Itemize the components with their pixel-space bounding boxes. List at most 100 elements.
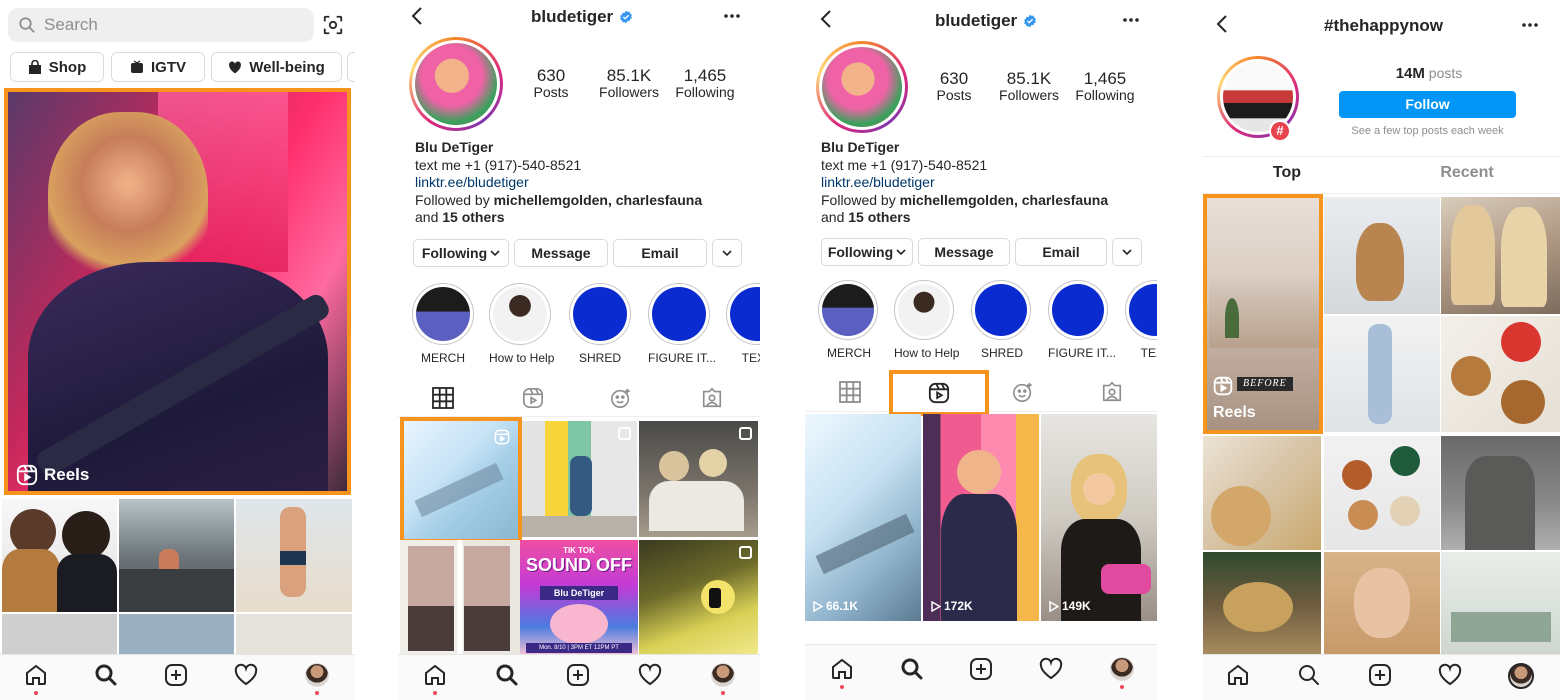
message-button[interactable]: Message (514, 239, 608, 267)
hashtag-post[interactable] (1441, 552, 1560, 655)
story-highlight[interactable]: TEXT (726, 283, 760, 365)
new-post-icon[interactable] (1368, 663, 1392, 687)
new-post-icon[interactable] (164, 663, 188, 687)
profile-avatar-tab[interactable] (305, 663, 329, 687)
tab-top[interactable]: Top (1203, 164, 1371, 182)
featured-reel-tile[interactable]: Reels (4, 88, 351, 495)
story-highlight[interactable]: FIGURE IT... (1048, 280, 1116, 360)
story-highlight[interactable]: MERCH (412, 283, 474, 365)
reel-thumbnail[interactable]: 66.1K (805, 414, 921, 621)
story-highlight[interactable]: MERCH (818, 280, 880, 360)
activity-heart-icon[interactable] (234, 663, 258, 687)
search-icon[interactable] (495, 663, 519, 687)
more-options-icon[interactable] (1520, 17, 1540, 33)
reel-thumbnail[interactable]: 149K (1041, 414, 1157, 621)
bio-link[interactable]: linktr.ee/bludetiger (415, 174, 745, 192)
hashtag-reel-tile[interactable]: BEFORE Reels (1203, 194, 1323, 434)
search-input[interactable]: Search (8, 8, 314, 42)
suggestions-button[interactable] (712, 239, 742, 267)
followed-by[interactable]: Followed by michellemgolden, charlesfaun… (821, 192, 1151, 210)
hashtag-post[interactable] (1441, 316, 1560, 432)
explore-tile[interactable] (119, 499, 234, 612)
more-options-icon[interactable] (722, 8, 742, 24)
follow-button[interactable]: Follow (1339, 91, 1516, 118)
search-icon[interactable] (900, 657, 924, 681)
reels-tab-icon[interactable] (522, 387, 544, 409)
grid-icon[interactable] (432, 387, 454, 409)
story-highlight[interactable]: SHRED (971, 280, 1033, 360)
hashtag-post[interactable] (1203, 552, 1321, 655)
story-highlight[interactable]: TEXT (1125, 280, 1157, 360)
home-icon[interactable] (830, 657, 854, 681)
back-arrow-icon[interactable] (410, 6, 424, 26)
new-post-icon[interactable] (969, 657, 993, 681)
activity-heart-icon[interactable] (1039, 657, 1063, 681)
grid-post-poster[interactable]: TIK TOK SOUND OFF Blu DeTiger Mon. 8/10 … (520, 540, 638, 655)
grid-icon[interactable] (839, 381, 861, 403)
tagged-icon[interactable] (1101, 381, 1123, 403)
explore-tile[interactable] (2, 614, 117, 654)
search-icon[interactable] (94, 663, 118, 687)
story-highlight[interactable]: FIGURE IT... (648, 283, 716, 365)
chip-more[interactable] (347, 52, 355, 82)
explore-tile[interactable] (236, 614, 352, 654)
following-button[interactable]: Following (821, 238, 913, 266)
grid-post[interactable] (639, 540, 758, 655)
message-button[interactable]: Message (918, 238, 1010, 266)
chip-igtv[interactable]: IGTV (111, 52, 205, 82)
email-button[interactable]: Email (1015, 238, 1107, 266)
hashtag-post[interactable] (1324, 316, 1440, 432)
grid-post[interactable] (522, 421, 637, 537)
profile-avatar-tab[interactable] (711, 663, 735, 687)
back-arrow-icon[interactable] (1215, 14, 1229, 34)
activity-heart-icon[interactable] (1438, 663, 1462, 687)
activity-heart-icon[interactable] (638, 663, 662, 687)
home-icon[interactable] (1226, 663, 1250, 687)
back-arrow-icon[interactable] (819, 9, 833, 29)
story-highlight[interactable]: How to Help (489, 283, 554, 365)
grid-post[interactable] (639, 421, 758, 537)
guides-icon[interactable] (610, 387, 632, 409)
grid-post-reel[interactable] (400, 417, 522, 543)
home-icon[interactable] (24, 663, 48, 687)
guides-icon[interactable] (1012, 381, 1034, 403)
explore-tile[interactable] (119, 614, 234, 654)
stat-posts[interactable]: 630 Posts (927, 70, 981, 104)
followed-by-others[interactable]: and 15 others (821, 209, 1151, 227)
hashtag-post[interactable] (1324, 436, 1440, 550)
stat-following[interactable]: 1,465 Following (1072, 70, 1138, 104)
hashtag-post[interactable] (1324, 197, 1440, 314)
tab-recent[interactable]: Recent (1383, 164, 1551, 182)
chip-well-being[interactable]: Well-being (211, 52, 342, 82)
followed-by-others[interactable]: and 15 others (415, 209, 745, 227)
stat-followers[interactable]: 85.1K Followers (594, 67, 664, 101)
story-highlight[interactable]: SHRED (569, 283, 631, 365)
story-highlight[interactable]: How to Help (894, 280, 959, 360)
bio-link[interactable]: linktr.ee/bludetiger (821, 174, 1151, 192)
explore-tile[interactable] (2, 499, 117, 612)
hashtag-post[interactable] (1441, 197, 1560, 314)
following-button[interactable]: Following (413, 239, 509, 267)
profile-avatar-tab[interactable] (1508, 663, 1534, 689)
stat-following[interactable]: 1,465 Following (672, 67, 738, 101)
qr-scan-icon[interactable] (322, 14, 344, 36)
stat-followers[interactable]: 85.1K Followers (994, 70, 1064, 104)
hashtag-post[interactable] (1441, 436, 1560, 550)
reel-thumbnail[interactable]: 172K (923, 414, 1039, 621)
profile-avatar[interactable] (409, 37, 503, 131)
new-post-icon[interactable] (566, 663, 590, 687)
reels-tab-selected[interactable] (889, 370, 989, 416)
suggestions-button[interactable] (1112, 238, 1142, 266)
hashtag-post[interactable] (1324, 552, 1440, 655)
tagged-icon[interactable] (701, 387, 723, 409)
stat-posts[interactable]: 630 Posts (524, 67, 578, 101)
hashtag-post[interactable] (1203, 436, 1321, 550)
more-options-icon[interactable] (1121, 12, 1141, 28)
chip-shop[interactable]: Shop (10, 52, 104, 82)
explore-tile[interactable] (236, 499, 352, 612)
email-button[interactable]: Email (613, 239, 707, 267)
profile-avatar-tab[interactable] (1110, 657, 1134, 681)
profile-avatar[interactable] (816, 41, 908, 133)
grid-post[interactable] (400, 540, 520, 655)
home-icon[interactable] (423, 663, 447, 687)
